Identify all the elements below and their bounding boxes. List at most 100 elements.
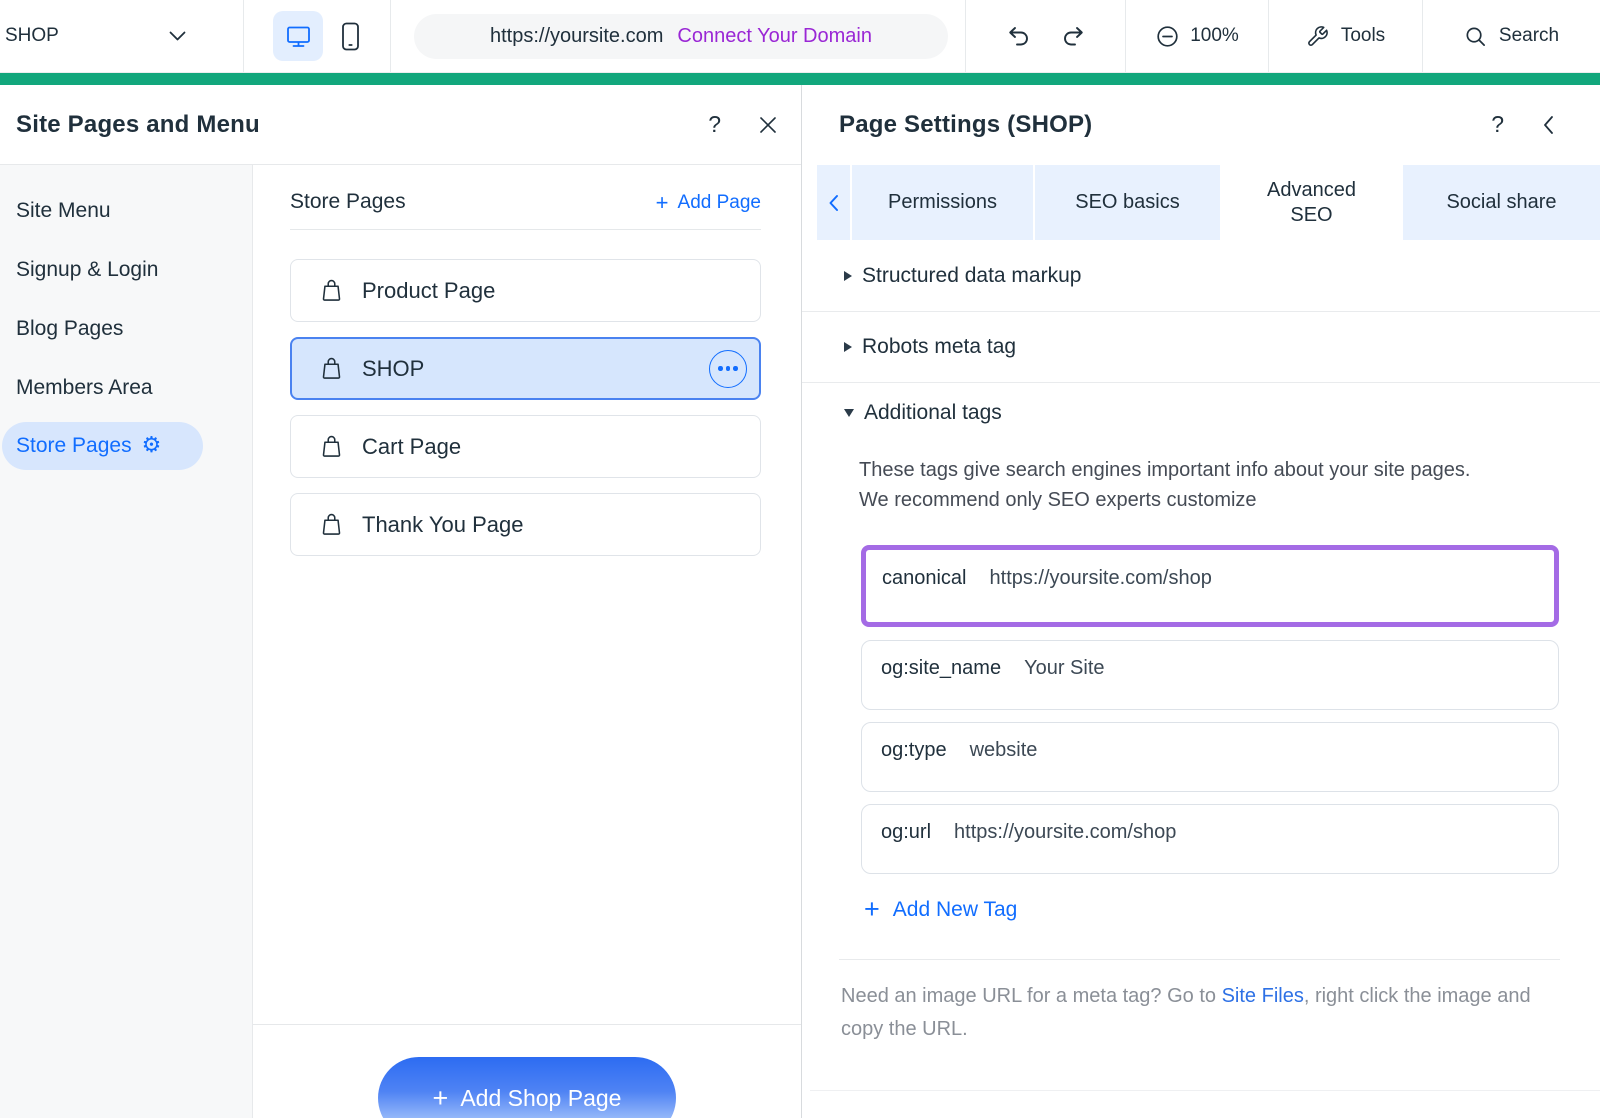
meta-tags-list: canonical https://yoursite.com/shop og:s… [861, 545, 1559, 874]
caret-right-icon [844, 271, 852, 281]
accordion-robots-meta-tag[interactable]: Robots meta tag [802, 312, 1600, 383]
panel-title: Page Settings (SHOP) [839, 111, 1092, 139]
help-button[interactable]: ? [1491, 113, 1504, 137]
divider [810, 1090, 1600, 1091]
undo-icon [1004, 24, 1031, 48]
sidebar-item-label: Site Menu [16, 199, 111, 223]
site-pages-panel-body: Site Menu Signup & Login Blog Pages Memb… [0, 165, 801, 1118]
help-button[interactable]: ? [708, 113, 721, 137]
page-card-shop[interactable]: SHOP [290, 337, 761, 400]
page-card-product-page[interactable]: Product Page [290, 259, 761, 322]
add-shop-page-label: Add Shop Page [460, 1085, 621, 1112]
close-panel-button[interactable] [759, 116, 777, 134]
page-settings-header: Page Settings (SHOP) ? [802, 85, 1600, 165]
plus-icon: + [864, 896, 880, 923]
search-label: Search [1499, 25, 1559, 47]
add-shop-page-button[interactable]: + Add Shop Page [378, 1057, 676, 1118]
close-icon [759, 116, 777, 134]
sidebar-item-label: Store Pages [16, 434, 132, 458]
phone-icon [340, 21, 361, 52]
site-files-link[interactable]: Site Files [1222, 985, 1304, 1007]
tab-permissions[interactable]: Permissions [852, 165, 1033, 240]
editor-topbar: SHOP https://yoursite.com Connect Your D… [0, 0, 1600, 73]
tag-name: og:url [881, 821, 931, 873]
tag-value: Your Site [1024, 657, 1104, 709]
main-area: Site Pages and Menu ? Site Menu Signup &… [0, 85, 1600, 1118]
help-icon: ? [1491, 111, 1504, 137]
shopping-bag-icon [318, 277, 345, 304]
sidebar-item-signup-login[interactable]: Signup & Login [0, 240, 252, 299]
monitor-icon [285, 23, 312, 50]
sidebar-item-blog-pages[interactable]: Blog Pages [0, 299, 252, 358]
shopping-bag-icon [318, 355, 345, 382]
page-card-cart-page[interactable]: Cart Page [290, 415, 761, 478]
accordion-structured-data-markup[interactable]: Structured data markup [802, 240, 1600, 312]
tag-value: https://yoursite.com/shop [990, 567, 1212, 622]
search-icon [1464, 25, 1487, 48]
add-page-button[interactable]: + Add Page [656, 192, 761, 214]
zoom-control[interactable]: 100% [1125, 0, 1268, 72]
accordion-label: Additional tags [864, 401, 1002, 425]
accordion-additional-tags[interactable]: Additional tags [802, 383, 1600, 443]
search-button[interactable]: Search [1422, 0, 1600, 72]
pages-sidebar: Site Menu Signup & Login Blog Pages Memb… [0, 165, 253, 1118]
connect-domain-link[interactable]: Connect Your Domain [677, 25, 872, 48]
tools-button[interactable]: Tools [1268, 0, 1422, 72]
gear-icon[interactable]: ⚙ [142, 435, 162, 457]
site-url-bar[interactable]: https://yoursite.com Connect Your Domain [414, 14, 948, 59]
tools-label: Tools [1341, 25, 1385, 47]
plus-icon: + [656, 192, 669, 214]
accordion-label: Structured data markup [862, 264, 1081, 288]
sidebar-item-store-pages[interactable]: Store Pages ⚙ [2, 422, 203, 470]
tab-label: Advanced SEO [1259, 178, 1364, 228]
tab-label: Social share [1446, 190, 1556, 215]
tag-name: canonical [882, 567, 967, 622]
more-options-button[interactable] [709, 350, 747, 388]
device-view-toggle [243, 0, 390, 72]
tab-label: Permissions [888, 190, 997, 215]
hint-text: Need an image URL for a meta tag? Go to [841, 985, 1222, 1007]
add-new-tag-button[interactable]: + Add New Tag [864, 896, 1017, 923]
store-pages-list: Store Pages + Add Page Product Page [253, 165, 801, 1118]
wrench-icon [1306, 25, 1329, 48]
accordion-label: Robots meta tag [862, 335, 1016, 359]
tag-row-og-site-name[interactable]: og:site_name Your Site [861, 640, 1559, 710]
chevron-left-icon [828, 194, 839, 212]
sidebar-item-label: Members Area [16, 376, 153, 400]
chevron-left-icon [1542, 115, 1554, 135]
divider [839, 959, 1560, 960]
additional-tags-description: These tags give search engines important… [859, 455, 1489, 515]
history-controls [965, 0, 1125, 72]
redo-icon [1061, 24, 1088, 48]
sidebar-item-members-area[interactable]: Members Area [0, 358, 252, 417]
site-pages-panel: Site Pages and Menu ? Site Menu Signup &… [0, 85, 802, 1118]
settings-tabbar: Permissions SEO basics Advanced SEO Soci… [817, 165, 1600, 240]
add-new-tag-label: Add New Tag [893, 898, 1018, 922]
caret-down-icon [844, 409, 854, 417]
image-url-hint: Need an image URL for a meta tag? Go to … [841, 980, 1553, 1046]
help-icon: ? [708, 111, 721, 137]
page-card-label: Product Page [362, 278, 495, 304]
panel-title: Site Pages and Menu [16, 111, 260, 139]
add-page-label: Add Page [678, 192, 761, 214]
collapse-panel-button[interactable] [1542, 115, 1554, 135]
page-card-label: SHOP [362, 356, 424, 382]
zoom-out-icon [1155, 24, 1180, 49]
tab-seo-basics[interactable]: SEO basics [1035, 165, 1220, 240]
page-selector-dropdown[interactable]: SHOP [0, 0, 243, 72]
redo-button[interactable] [1061, 24, 1088, 48]
tabs-scroll-left-button[interactable] [817, 165, 850, 240]
page-card-thank-you-page[interactable]: Thank You Page [290, 493, 761, 556]
store-pages-header: Store Pages [290, 190, 406, 214]
tag-row-og-url[interactable]: og:url https://yoursite.com/shop [861, 804, 1559, 874]
undo-button[interactable] [1004, 24, 1031, 48]
mobile-view-button[interactable] [340, 21, 361, 52]
divider [290, 229, 761, 230]
sidebar-item-site-menu[interactable]: Site Menu [0, 181, 252, 240]
desktop-view-button[interactable] [273, 11, 323, 61]
page-settings-panel: Page Settings (SHOP) ? Permission [802, 85, 1600, 1118]
tab-advanced-seo[interactable]: Advanced SEO [1222, 165, 1401, 240]
tab-social-share[interactable]: Social share [1403, 165, 1600, 240]
tag-row-og-type[interactable]: og:type website [861, 722, 1559, 792]
tag-row-canonical[interactable]: canonical https://yoursite.com/shop [861, 545, 1559, 627]
